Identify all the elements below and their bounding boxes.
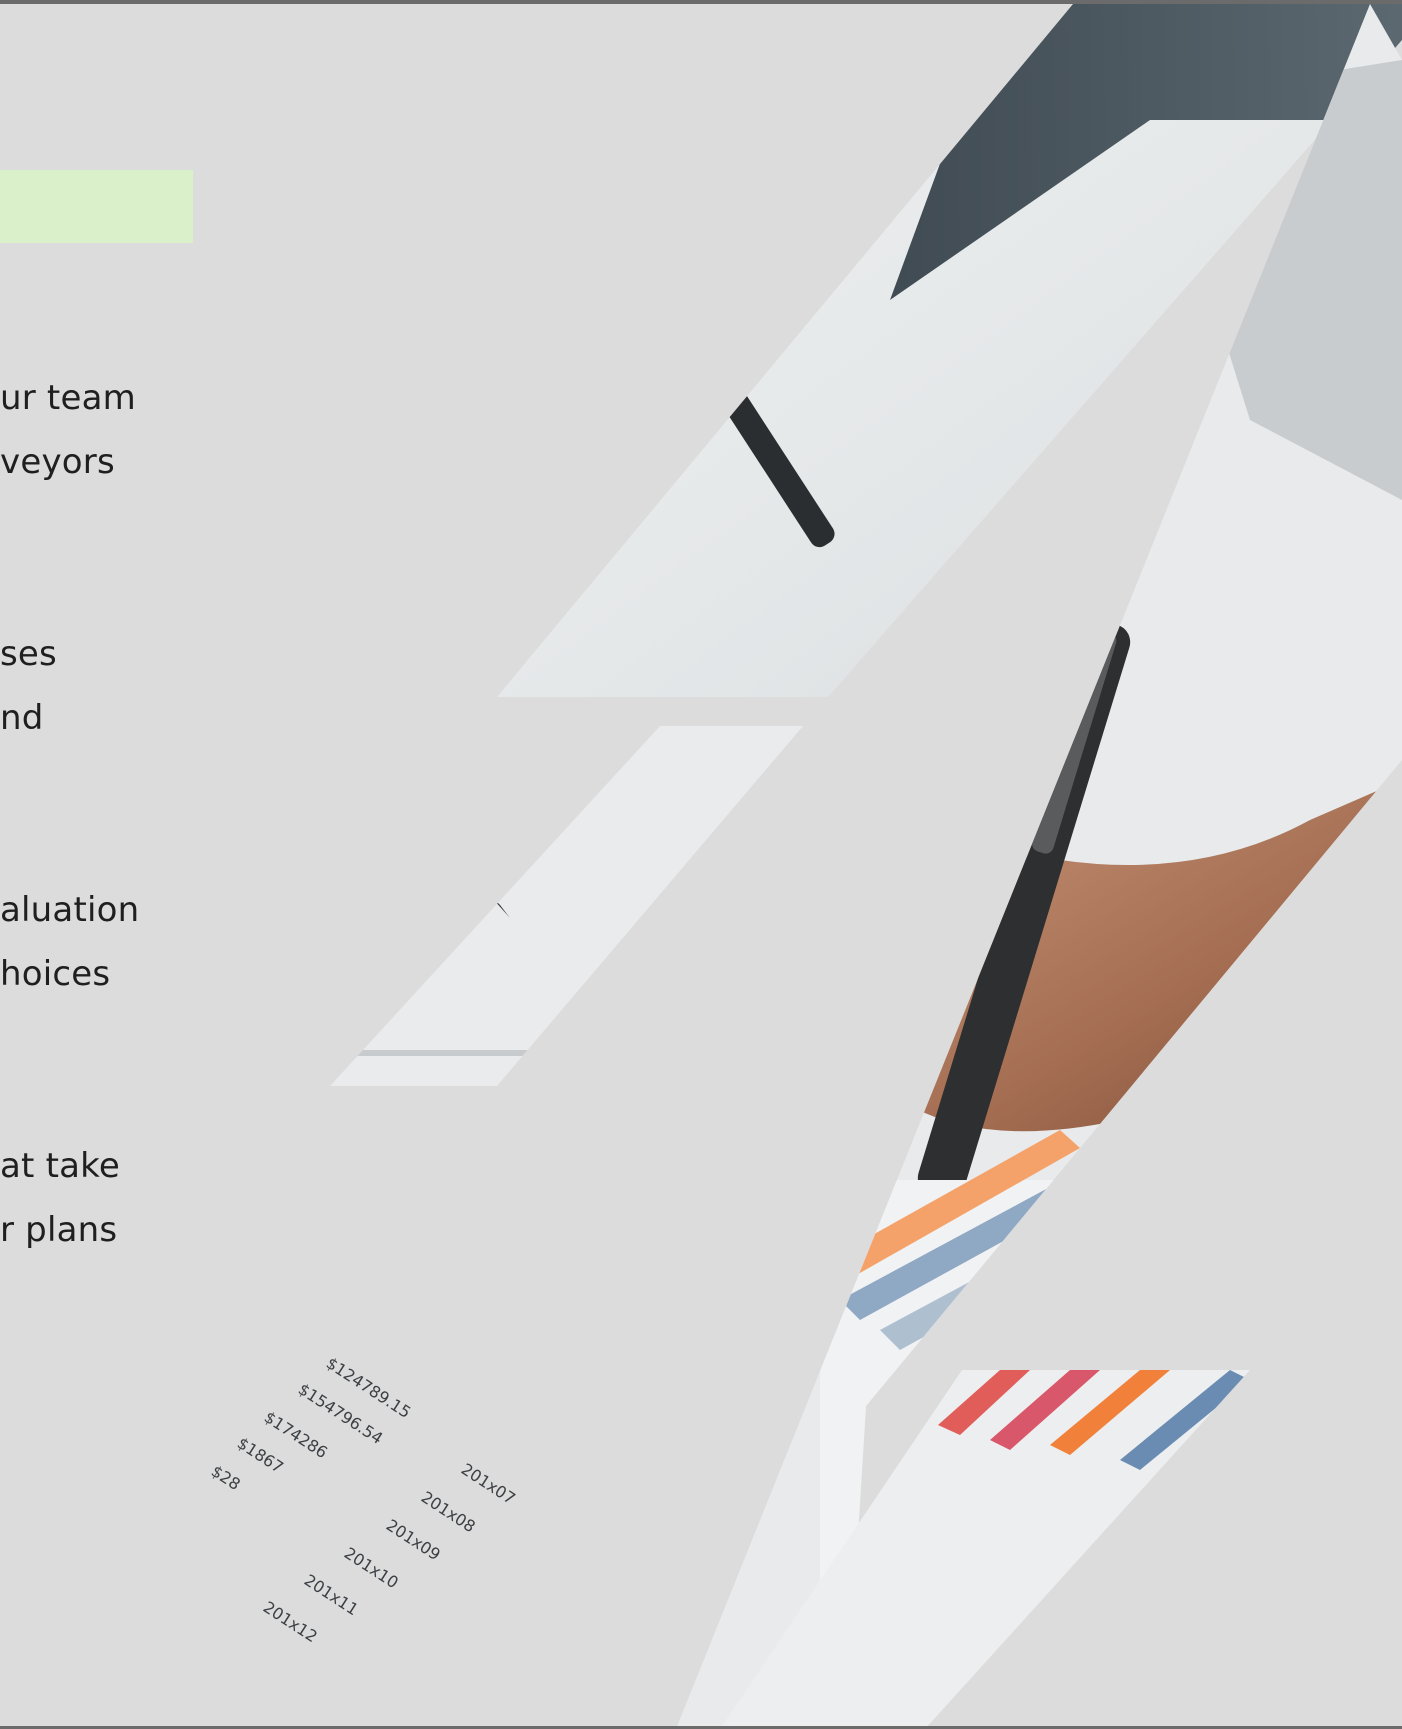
paper-label-8: 201x09 (383, 1515, 444, 1564)
photo-paper-labels: $124789.15 $154796.54 $174286 $1867 $28 … (208, 1353, 519, 1646)
paper-label-6: 201x07 (458, 1459, 519, 1508)
paper-label-11: 201x12 (260, 1597, 321, 1646)
paper-label-10: 201x11 (301, 1570, 362, 1619)
photo-panel-middle (330, 726, 803, 1086)
paper-label-7: 201x08 (418, 1487, 479, 1536)
photo-collage: $124789.15 $154796.54 $174286 $1867 $28 … (208, 4, 1402, 1729)
paper-label-9: 201x10 (341, 1543, 402, 1592)
paper-label-4: $1867 (234, 1433, 287, 1477)
paper-label-5: $28 (208, 1461, 244, 1494)
